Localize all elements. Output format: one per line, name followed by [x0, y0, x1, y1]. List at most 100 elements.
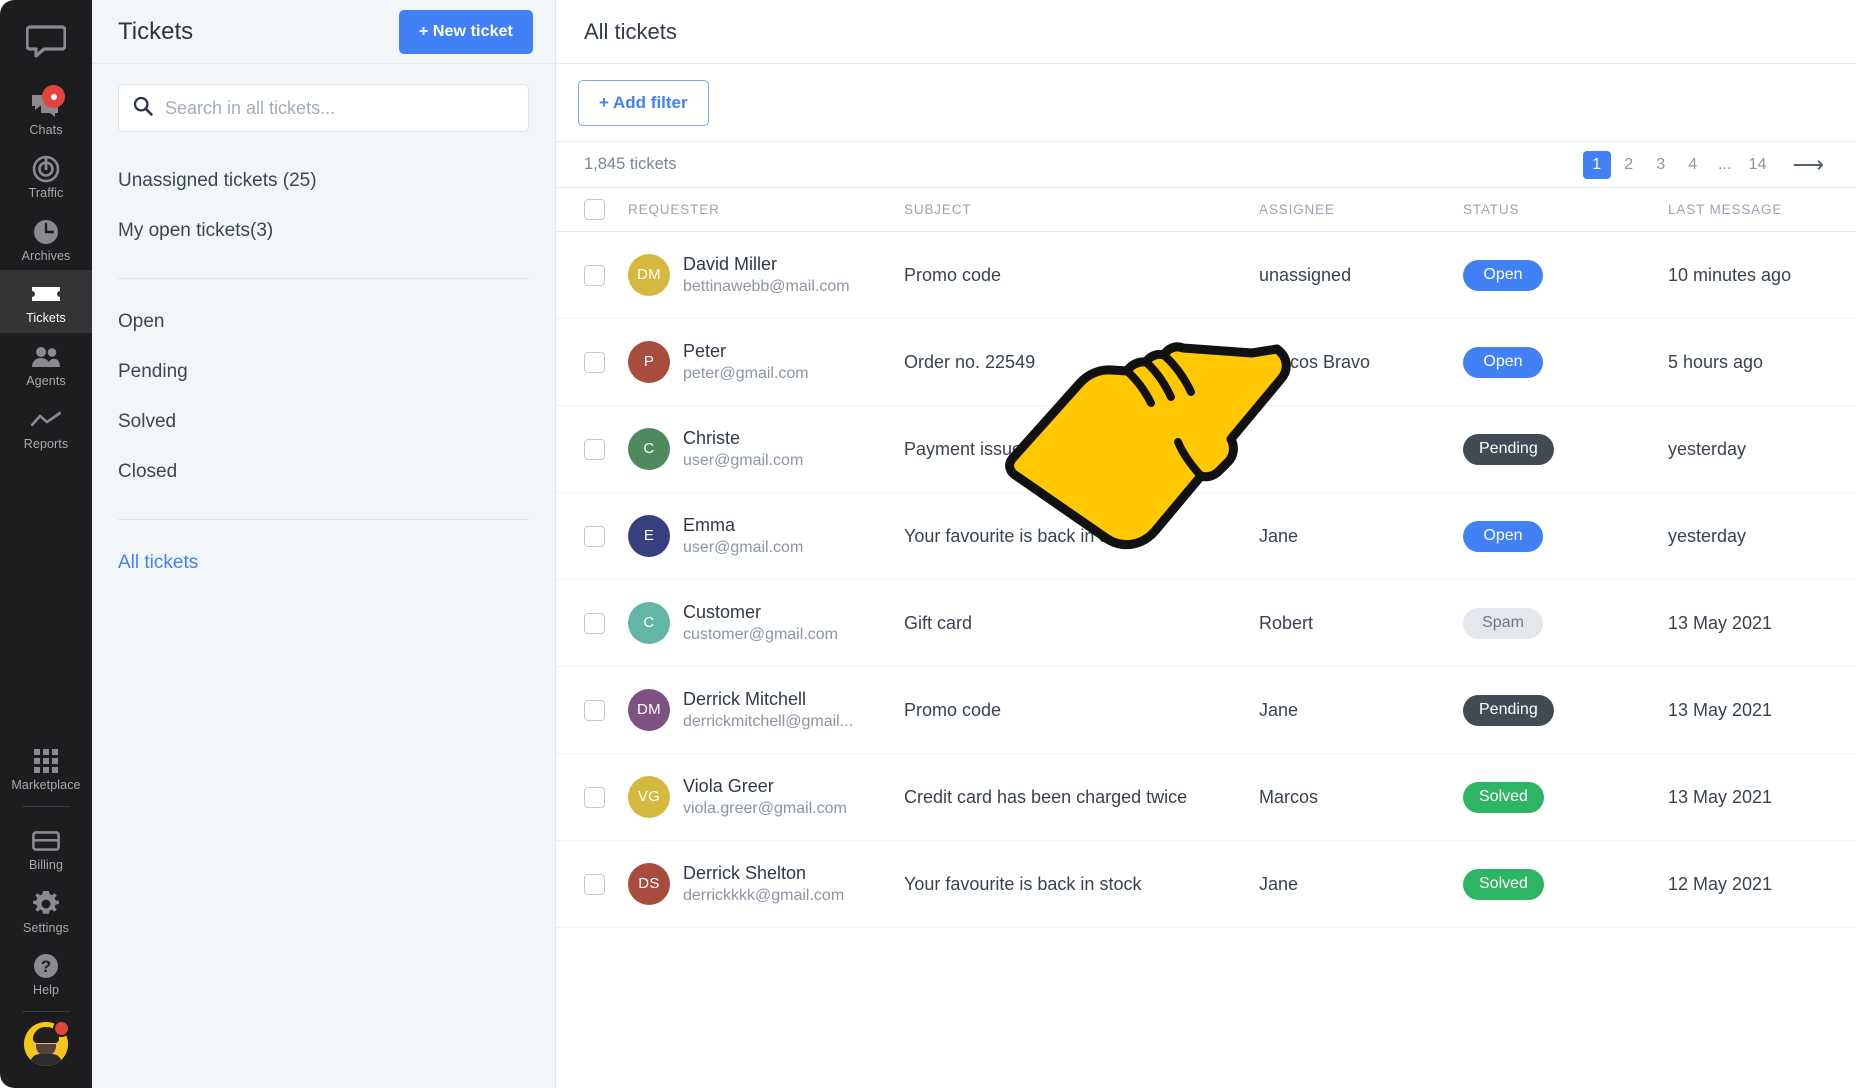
last-message-cell: 13 May 2021	[1668, 613, 1830, 634]
status-cell: Spam	[1463, 608, 1668, 639]
search-wrapper	[92, 64, 555, 132]
row-checkbox[interactable]	[584, 787, 605, 808]
sidebar-label: Marketplace	[11, 779, 80, 793]
row-checkbox[interactable]	[584, 352, 605, 373]
status-badge: Pending	[1463, 695, 1554, 726]
table-row[interactable]: DMDerrick Mitchellderrickmitchell@gmail.…	[556, 667, 1856, 754]
requester-name: Customer	[683, 600, 838, 624]
page-1-button[interactable]: 1	[1583, 151, 1611, 179]
avatar: E	[628, 515, 670, 557]
traffic-icon	[31, 154, 61, 184]
subject-text: Your favourite is back in stock	[904, 874, 1141, 895]
row-checkbox[interactable]	[584, 265, 605, 286]
requester-email: bettinawebb@mail.com	[683, 276, 850, 298]
status-cell: Open	[1463, 347, 1668, 378]
chats-unread-badge	[42, 85, 65, 108]
subject-cell: Gift card	[904, 613, 1259, 634]
assignee-cell: Marcos	[1259, 787, 1463, 808]
last-message-cell: 13 May 2021	[1668, 787, 1830, 808]
filter-divider-1	[118, 278, 529, 279]
table-row[interactable]: EEmmauser@gmail.comYour favourite is bac…	[556, 493, 1856, 580]
billing-icon	[31, 826, 61, 856]
row-checkbox[interactable]	[584, 613, 605, 634]
assignee-cell: Jane	[1259, 526, 1463, 547]
sidebar-label: Archives	[22, 250, 71, 264]
page-3-button[interactable]: 3	[1647, 151, 1675, 179]
status-cell: Solved	[1463, 869, 1668, 900]
sidebar-item-archives[interactable]: Archives	[0, 208, 92, 271]
filter-all-tickets[interactable]: All tickets	[118, 538, 529, 588]
requester-email: user@gmail.com	[683, 450, 803, 472]
avatar[interactable]	[24, 1022, 68, 1066]
table-row[interactable]: CChristeuser@gmail.comPayment issuePendi…	[556, 406, 1856, 493]
table-row[interactable]: PPeterpeter@gmail.comOrder no. 22549Marc…	[556, 319, 1856, 406]
table-row[interactable]: VGViola Greerviola.greer@gmail.comCredit…	[556, 754, 1856, 841]
subject-cell: Payment issue	[904, 439, 1259, 460]
svg-text:?: ?	[41, 957, 51, 976]
filter-open[interactable]: Open	[118, 297, 529, 347]
sidebar-item-reports[interactable]: Reports	[0, 396, 92, 459]
page-14-button[interactable]: 14	[1743, 151, 1773, 179]
requester-cell: DMDerrick Mitchellderrickmitchell@gmail.…	[628, 687, 904, 733]
tickets-icon	[31, 279, 61, 309]
row-select-cell	[584, 439, 628, 460]
row-checkbox[interactable]	[584, 874, 605, 895]
row-select-cell	[584, 613, 628, 634]
last-message-text: yesterday	[1668, 439, 1746, 460]
page-4-button[interactable]: 4	[1679, 151, 1707, 179]
avatar: VG	[628, 776, 670, 818]
arrow-right-icon[interactable]: ⟶	[1786, 151, 1830, 179]
filter-pending[interactable]: Pending	[118, 347, 529, 397]
status-badge: Solved	[1463, 782, 1544, 813]
sidebar-label: Reports	[24, 438, 68, 452]
sidebar-item-marketplace[interactable]: Marketplace	[0, 737, 92, 800]
last-message-cell: yesterday	[1668, 439, 1830, 460]
assignee-text: Robert	[1259, 613, 1313, 634]
sidebar-item-help[interactable]: ? Help	[0, 942, 92, 1005]
sidebar-item-settings[interactable]: Settings	[0, 880, 92, 943]
status-badge: Pending	[1463, 434, 1554, 465]
sidebar-label: Billing	[29, 859, 63, 873]
last-message-text: 13 May 2021	[1668, 787, 1772, 808]
agents-icon	[31, 342, 61, 372]
status-badge: Spam	[1463, 608, 1543, 639]
sidebar-label: Help	[33, 984, 59, 998]
row-checkbox[interactable]	[584, 439, 605, 460]
sidebar-item-agents[interactable]: Agents	[0, 333, 92, 396]
row-checkbox[interactable]	[584, 700, 605, 721]
sidebar-item-traffic[interactable]: Traffic	[0, 145, 92, 208]
row-select-cell	[584, 265, 628, 286]
page-title: Tickets	[118, 18, 193, 46]
requester-cell: CCustomercustomer@gmail.com	[628, 600, 904, 646]
row-select-cell	[584, 352, 628, 373]
filter-my-open-tickets[interactable]: My open tickets(3)	[118, 206, 529, 256]
last-message-text: 12 May 2021	[1668, 874, 1772, 895]
filter-closed[interactable]: Closed	[118, 447, 529, 497]
new-ticket-button[interactable]: + New ticket	[399, 10, 533, 54]
search-box[interactable]	[118, 84, 529, 132]
subject-text: Promo code	[904, 265, 1001, 286]
app-logo-icon[interactable]	[23, 18, 69, 64]
select-all-checkbox[interactable]	[584, 199, 605, 220]
add-filter-button[interactable]: + Add filter	[578, 80, 709, 126]
sidebar-item-tickets[interactable]: Tickets	[0, 270, 92, 333]
filter-solved[interactable]: Solved	[118, 397, 529, 447]
filter-unassigned-tickets[interactable]: Unassigned tickets (25)	[118, 156, 529, 206]
search-input[interactable]	[165, 98, 514, 119]
search-icon	[133, 96, 153, 121]
requester-email: derrickmitchell@gmail...	[683, 711, 853, 733]
sidebar-item-chats[interactable]: Chats	[0, 82, 92, 145]
table-row[interactable]: CCustomercustomer@gmail.comGift cardRobe…	[556, 580, 1856, 667]
avatar: DM	[628, 689, 670, 731]
page-2-button[interactable]: 2	[1615, 151, 1643, 179]
table-row[interactable]: DMDavid Millerbettinawebb@mail.comPromo …	[556, 232, 1856, 319]
requester-cell: PPeterpeter@gmail.com	[628, 339, 904, 385]
row-checkbox[interactable]	[584, 526, 605, 547]
table-row[interactable]: DSDerrick Sheltonderrickkkk@gmail.comYou…	[556, 841, 1856, 928]
requester-email: derrickkkk@gmail.com	[683, 885, 844, 907]
column-header-status: STATUS	[1463, 202, 1668, 217]
help-icon: ?	[31, 951, 61, 981]
last-message-cell: yesterday	[1668, 526, 1830, 547]
sidebar-item-billing[interactable]: Billing	[0, 817, 92, 880]
avatar: P	[628, 341, 670, 383]
